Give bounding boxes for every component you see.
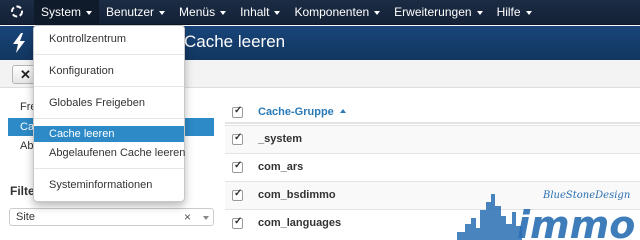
table-row: _system [225,125,640,153]
bluestonedesign-immo-logo: BlueStoneDesign immo [455,180,640,240]
menu-divider [34,118,184,119]
nav-item-content[interactable]: Inhalt [233,0,287,25]
nav-item-system[interactable]: System [34,0,100,25]
menu-item-system-information[interactable]: Systeminformationen [34,177,184,193]
nav-label: Komponenten [294,5,370,19]
nav-item-components[interactable]: Komponenten [287,0,387,25]
table-row: com_ars [225,153,640,181]
cache-group-name: com_ars [258,161,304,173]
cache-group-name: _system [258,133,303,145]
menu-divider [34,168,184,169]
cache-group-name: com_languages [258,217,342,229]
nav-label: Erweiterungen [394,5,472,19]
row-checkbox[interactable] [232,216,243,229]
nav-label: Benutzer [106,5,155,19]
nav-label: Hilfe [496,5,521,19]
menu-item-clear-cache[interactable]: Cache leeren [34,126,184,142]
chevron-down-icon [203,216,209,220]
caret-down-icon [220,10,227,15]
caret-down-icon [525,10,532,15]
row-checkbox[interactable] [232,132,243,145]
top-navbar: System Benutzer Menüs Inhalt Komponenten… [0,0,640,25]
table-header-row: Cache-Gruppe [225,98,640,124]
caret-down-icon [159,10,166,15]
clear-icon[interactable]: × [184,210,191,224]
column-header-cache-group[interactable]: Cache-Gruppe [258,106,346,118]
column-header-label: Cache-Gruppe [258,106,334,118]
caret-down-icon [476,10,483,15]
watermark-word: immo [517,203,635,240]
client-filter-select[interactable]: Site × [9,208,214,226]
filter-heading: Filte [10,184,35,198]
nav-item-help[interactable]: Hilfe [490,0,539,25]
close-icon: ✕ [20,67,31,82]
menu-divider [34,54,184,55]
select-value: Site [16,211,35,223]
menu-divider [34,86,184,87]
joomla-logo-icon[interactable] [0,0,34,25]
watermark-script: BlueStoneDesign [542,190,630,201]
nav-item-menus[interactable]: Menüs [172,0,233,25]
menu-item-control-panel[interactable]: Kontrollzentrum [34,31,184,47]
nav-item-users[interactable]: Benutzer [99,0,172,25]
menu-item-purge-expired-cache[interactable]: Abgelaufenen Cache leeren [34,145,185,161]
nav-item-extensions[interactable]: Erweiterungen [387,0,489,25]
cache-group-name: com_bsdimmo [258,189,336,201]
page-title: Cache leeren [184,32,286,51]
nav-label: System [41,5,82,19]
lightning-icon [12,33,26,56]
system-dropdown-menu: Kontrollzentrum Konfiguration Globales F… [33,25,185,202]
caret-down-icon [86,10,93,15]
sort-ascending-icon [339,109,346,113]
row-checkbox[interactable] [232,188,243,201]
row-checkbox[interactable] [232,160,243,173]
select-all-checkbox[interactable] [232,105,243,118]
menu-item-global-checkin[interactable]: Globales Freigeben [34,95,184,111]
menu-item-configuration[interactable]: Konfiguration [34,63,184,79]
caret-down-icon [374,10,381,15]
nav-label: Menüs [179,5,216,19]
caret-down-icon [274,10,281,15]
nav-label: Inhalt [240,5,270,19]
